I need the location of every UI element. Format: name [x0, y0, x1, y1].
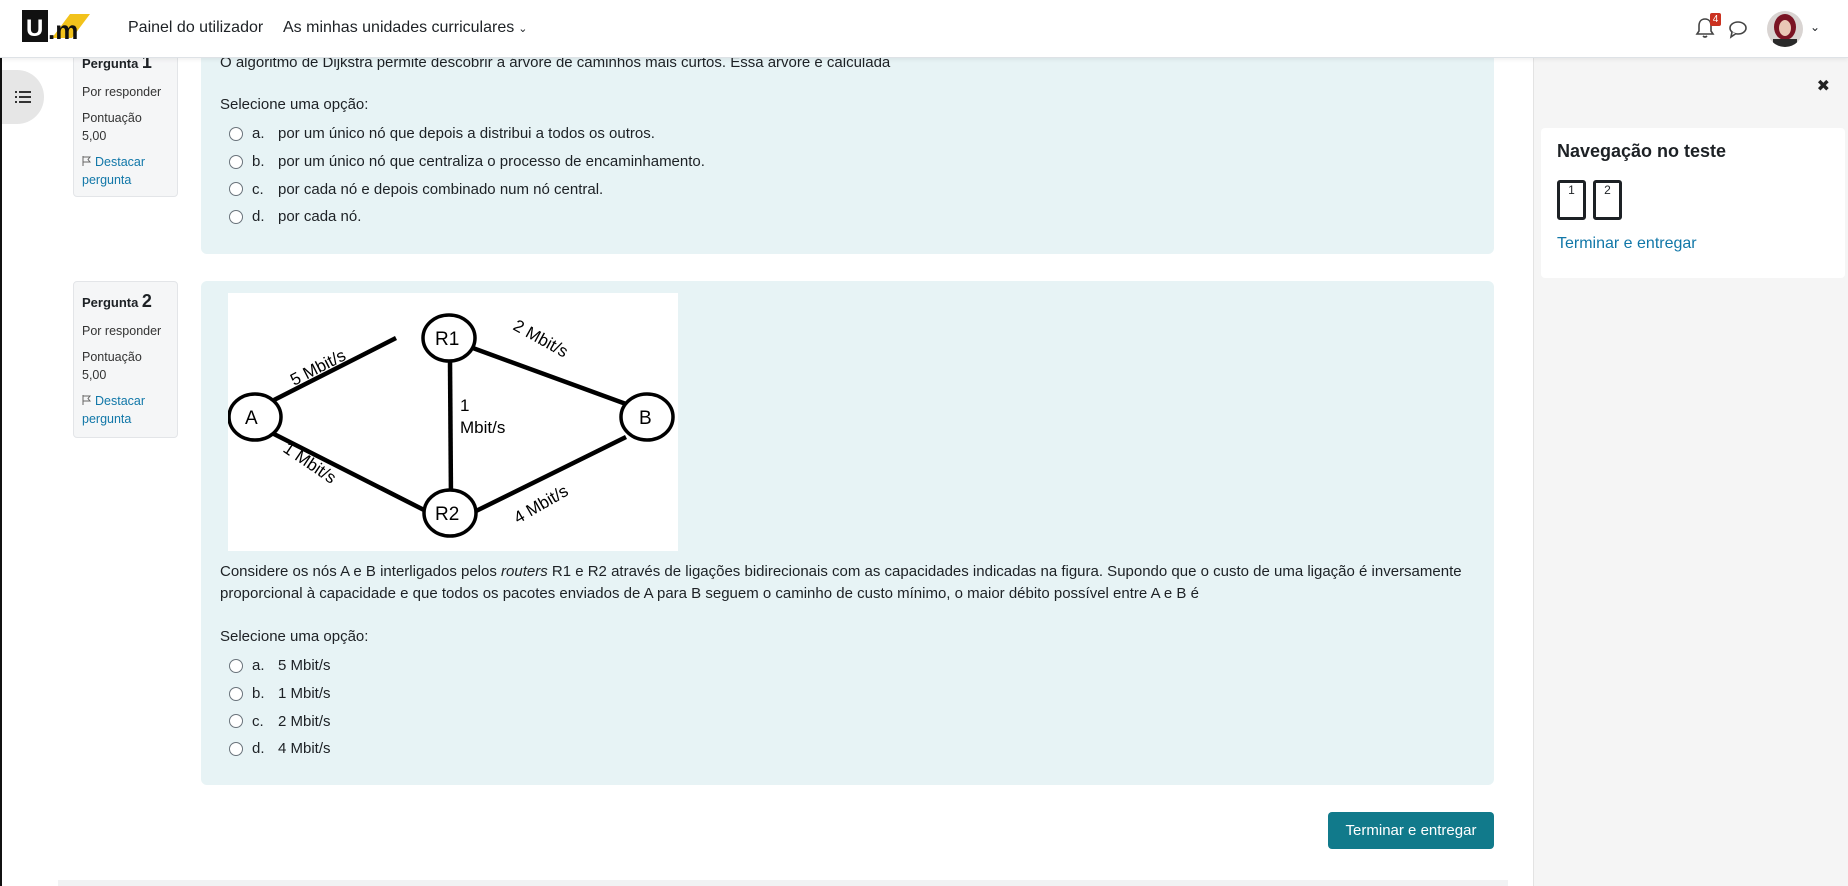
link-r1-r2 — [447, 360, 454, 501]
left-edge-border — [0, 58, 2, 886]
question-grade: Pontuação 5,00 — [82, 350, 142, 382]
question-number: Pergunta 2 — [82, 291, 152, 311]
user-menu-chevron-icon[interactable]: ⌄ — [1810, 20, 1820, 34]
question-2-content: A R1 R2 B 5 Mbit/s 2 Mbit/s 1 Mbit/s 1 M… — [201, 281, 1494, 785]
site-logo[interactable]: U .m — [22, 10, 90, 45]
question-1-info: Pergunta 1 Por responder Pontuação 5,00 D… — [73, 42, 178, 197]
answer-list: a. 5 Mbit/s b. 1 Mbit/s c. 2 Mbit/s d. 4 Mbi… — [220, 652, 1475, 763]
flag-question-link[interactable]: Destacar pergunta — [82, 153, 169, 189]
svg-text:U: U — [26, 15, 43, 42]
radio-button[interactable] — [229, 714, 243, 729]
nav-my-courses-menu[interactable]: As minhas unidades curriculares ⌄ — [283, 19, 527, 37]
nav-dashboard-link[interactable]: Painel do utilizador — [128, 19, 263, 37]
question-state: Por responder — [82, 85, 162, 99]
chevron-down-icon: ⌄ — [518, 23, 528, 35]
radio-button[interactable] — [229, 741, 243, 756]
question-text: Considere os nós A e B interligados pelo… — [220, 563, 1462, 602]
node-r2-label: R2 — [435, 504, 459, 525]
course-index-toggle-button[interactable] — [2, 70, 44, 124]
flag-icon — [82, 153, 92, 166]
flag-question-link[interactable]: Destacar pergunta — [82, 392, 169, 428]
finish-attempt-link[interactable]: Terminar e entregar — [1557, 235, 1697, 253]
answer-prompt: Selecione uma opção: — [220, 96, 369, 113]
top-navbar: U .m Painel do utilizador As minhas unid… — [0, 0, 1848, 58]
link-r1-r2-label-line2: Mbit/s — [460, 418, 505, 437]
node-r1-label: R1 — [435, 329, 459, 350]
nav-my-courses-label: As minhas unidades curriculares — [283, 19, 515, 36]
answer-option-c[interactable]: c. por cada nó e depois combinado num nó … — [220, 175, 1475, 203]
answer-list: a. por um único nó que depois a distribui… — [220, 120, 1475, 231]
finish-attempt-button[interactable]: Terminar e entregar — [1328, 812, 1494, 849]
quiz-navigation-title: Navegação no teste — [1557, 141, 1727, 161]
answer-option-a[interactable]: a. 5 Mbit/s — [220, 652, 1475, 680]
quiz-navigation-block: Navegação no teste 1 2 Terminar e entreg… — [1541, 128, 1845, 278]
flag-icon — [82, 392, 92, 405]
radio-button[interactable] — [229, 686, 243, 701]
logo-icon: U .m — [22, 10, 90, 45]
node-b-label: B — [639, 408, 652, 429]
quiz-nav-question-2[interactable]: 2 — [1593, 180, 1622, 220]
question-1-content: O algoritmo de Dijkstra permite descobri… — [201, 42, 1494, 254]
radio-button[interactable] — [229, 658, 243, 673]
question-grade: Pontuação 5,00 — [82, 111, 142, 143]
radio-button[interactable] — [229, 182, 243, 197]
answer-option-d[interactable]: d. por cada nó. — [220, 203, 1475, 231]
link-r1-r2-label-line1: 1 — [460, 396, 469, 415]
user-avatar[interactable] — [1767, 11, 1803, 47]
answer-option-a[interactable]: a. por um único nó que depois a distribui… — [220, 120, 1475, 148]
answer-option-b[interactable]: b. 1 Mbit/s — [220, 680, 1475, 708]
close-icon[interactable]: ✖ — [1817, 76, 1830, 96]
footer-strip — [58, 880, 1508, 886]
radio-button[interactable] — [229, 126, 243, 141]
quiz-navigation-drawer: ✖ Navegação no teste 1 2 Terminar e entr… — [1533, 58, 1848, 886]
question-2-info: Pergunta 2 Por responder Pontuação 5,00 D… — [73, 281, 178, 438]
network-diagram: A R1 R2 B 5 Mbit/s 2 Mbit/s 1 Mbit/s 1 M… — [228, 293, 678, 551]
question-state: Por responder — [82, 324, 162, 338]
answer-option-b[interactable]: b. por um único nó que centraliza o proce… — [220, 148, 1475, 176]
answer-option-d[interactable]: d. 4 Mbit/s — [220, 735, 1475, 763]
radio-button[interactable] — [229, 209, 243, 224]
radio-button[interactable] — [229, 154, 243, 169]
list-icon — [15, 91, 31, 103]
answer-prompt: Selecione uma opção: — [220, 628, 369, 645]
svg-text:.m: .m — [48, 15, 78, 44]
answer-option-c[interactable]: c. 2 Mbit/s — [220, 707, 1475, 735]
node-a-label: A — [245, 408, 258, 429]
quiz-nav-question-1[interactable]: 1 — [1557, 180, 1586, 220]
messages-chat-icon[interactable] — [1728, 19, 1748, 39]
notification-count-badge: 4 — [1710, 13, 1721, 26]
